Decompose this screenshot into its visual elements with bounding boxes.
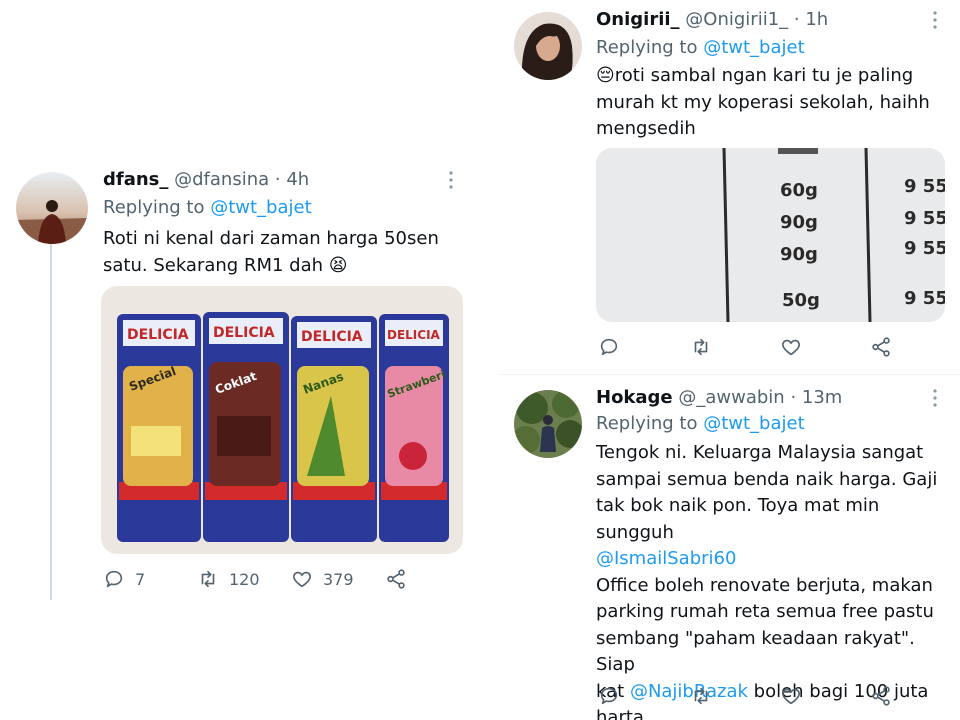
price-label: 9 55 [904,176,945,197]
weight-label: 60g [780,180,818,201]
tweet-header: dfans_ @dfansina · 4h [103,168,309,192]
tweet-actions: 7 120 379 [103,568,413,590]
weight-label: 90g [780,244,818,265]
weight-label: 90g [780,212,818,233]
reply-button[interactable] [598,336,690,358]
reply-count: 7 [135,569,146,589]
tweet-header: Hokage @_awwabin · 13m [596,386,842,410]
display-name[interactable]: dfans_ [103,169,168,190]
user-handle[interactable]: @_awwabin [678,387,784,408]
user-handle[interactable]: @dfansina [174,169,269,190]
retweet-button[interactable] [690,685,780,707]
like-button[interactable]: 379 [291,568,385,590]
like-count: 379 [323,569,354,589]
tweet-text: 😔roti sambal ngan kari tu je paling mura… [596,63,946,143]
price-label: 9 55 [904,288,945,309]
pack-label: DELICIA [127,327,189,343]
retweet-count: 120 [229,569,260,589]
replying-prefix: Replying to [103,197,205,218]
heart-icon [782,688,800,705]
pack-label: DELICIA [301,329,363,345]
share-button[interactable] [385,568,407,590]
avatar[interactable] [514,12,582,80]
retweet-icon [694,338,708,356]
tweet-text: Roti ni kenal dari zaman harga 50sen sat… [103,226,463,279]
replying-to: Replying to @twt_bajet [103,196,312,220]
pack-label: DELICIA [213,325,275,341]
tweet-image[interactable]: 60g 90g 90g 50g 9 55 9 55 9 55 9 55 [596,148,945,322]
text-line: parking rumah reta semua free pastu [596,601,934,622]
reply-button[interactable]: 7 [103,568,197,590]
tweet-actions [598,685,898,707]
share-button[interactable] [870,685,892,707]
user-handle[interactable]: @Onigirii1_ [685,9,788,30]
reply-icon [105,570,123,588]
more-icon[interactable] [930,10,940,34]
share-icon [872,686,890,706]
tweet-time[interactable]: · 13m [790,387,842,408]
heart-icon [293,571,311,588]
tweet-time[interactable]: · 1h [794,9,828,30]
text-line: Roti ni kenal dari zaman harga 50sen [103,228,439,249]
text-line: Tengok ni. Keluarga Malaysia sangat [596,442,924,463]
replying-prefix: Replying to [596,413,698,434]
reply-button[interactable] [598,685,690,707]
replying-prefix: Replying to [596,37,698,58]
text-line: tak bok naik pon. Toya mat min sungguh [596,495,880,543]
text-line: murah kt my koperasi sekolah, haihh [596,91,930,113]
price-label: 9 55 [904,208,945,229]
like-button[interactable] [780,336,870,358]
tweet-time[interactable]: · 4h [275,169,309,190]
text-line: mengsedih [596,118,696,139]
text-line: 😔roti sambal ngan kari tu je paling [596,65,914,86]
replying-to: Replying to @twt_bajet [596,412,805,436]
retweet-icon [694,687,708,705]
like-button[interactable] [780,685,870,707]
reply-icon [600,687,618,705]
tweet-header: Onigirii_ @Onigirii1_ · 1h [596,8,828,32]
reply-icon [600,338,618,356]
display-name[interactable]: Onigirii_ [596,9,680,30]
display-name[interactable]: Hokage [596,387,673,408]
emoji: 😫 [328,254,348,276]
replying-to: Replying to @twt_bajet [596,36,805,60]
tweet-image[interactable]: DELICIA DELICIA DELICIA DELICIA Special … [101,286,463,554]
retweet-icon [201,570,215,588]
heart-icon [782,339,800,356]
text-line: Office boleh renovate berjuta, makan [596,574,933,596]
pack-label: DELICIA [387,328,441,342]
text-line: sembang "paham keadaan rakyat". Siap [596,627,915,676]
mention-link[interactable]: @twt_bajet [210,197,311,218]
avatar[interactable] [16,172,88,244]
share-button[interactable] [870,336,892,358]
share-icon [872,337,890,357]
mention-link[interactable]: @IsmailSabri60 [596,548,736,569]
text-line: sampai semua benda naik harga. Gaji [596,468,938,490]
retweet-button[interactable]: 120 [197,568,291,590]
weight-label: 50g [782,290,820,311]
emoji: 😔 [596,65,615,86]
tweet-actions [598,336,898,358]
mention-link[interactable]: @twt_bajet [703,413,804,434]
tweet-divider [500,374,960,375]
text-line: satu. Sekarang RM1 dah 😫 [103,254,348,276]
share-icon [387,569,405,589]
text-line: @IsmailSabri60 [596,546,956,573]
more-icon[interactable] [930,388,940,412]
more-icon[interactable] [446,170,456,194]
mention-link[interactable]: @twt_bajet [703,37,804,58]
tweet-text: Tengok ni. Keluarga Malaysia sangat samp… [596,440,956,720]
text-line: harta. [596,707,650,720]
thread-line [50,244,52,600]
price-label: 9 55 [904,238,945,259]
avatar[interactable] [514,390,582,458]
retweet-button[interactable] [690,336,780,358]
